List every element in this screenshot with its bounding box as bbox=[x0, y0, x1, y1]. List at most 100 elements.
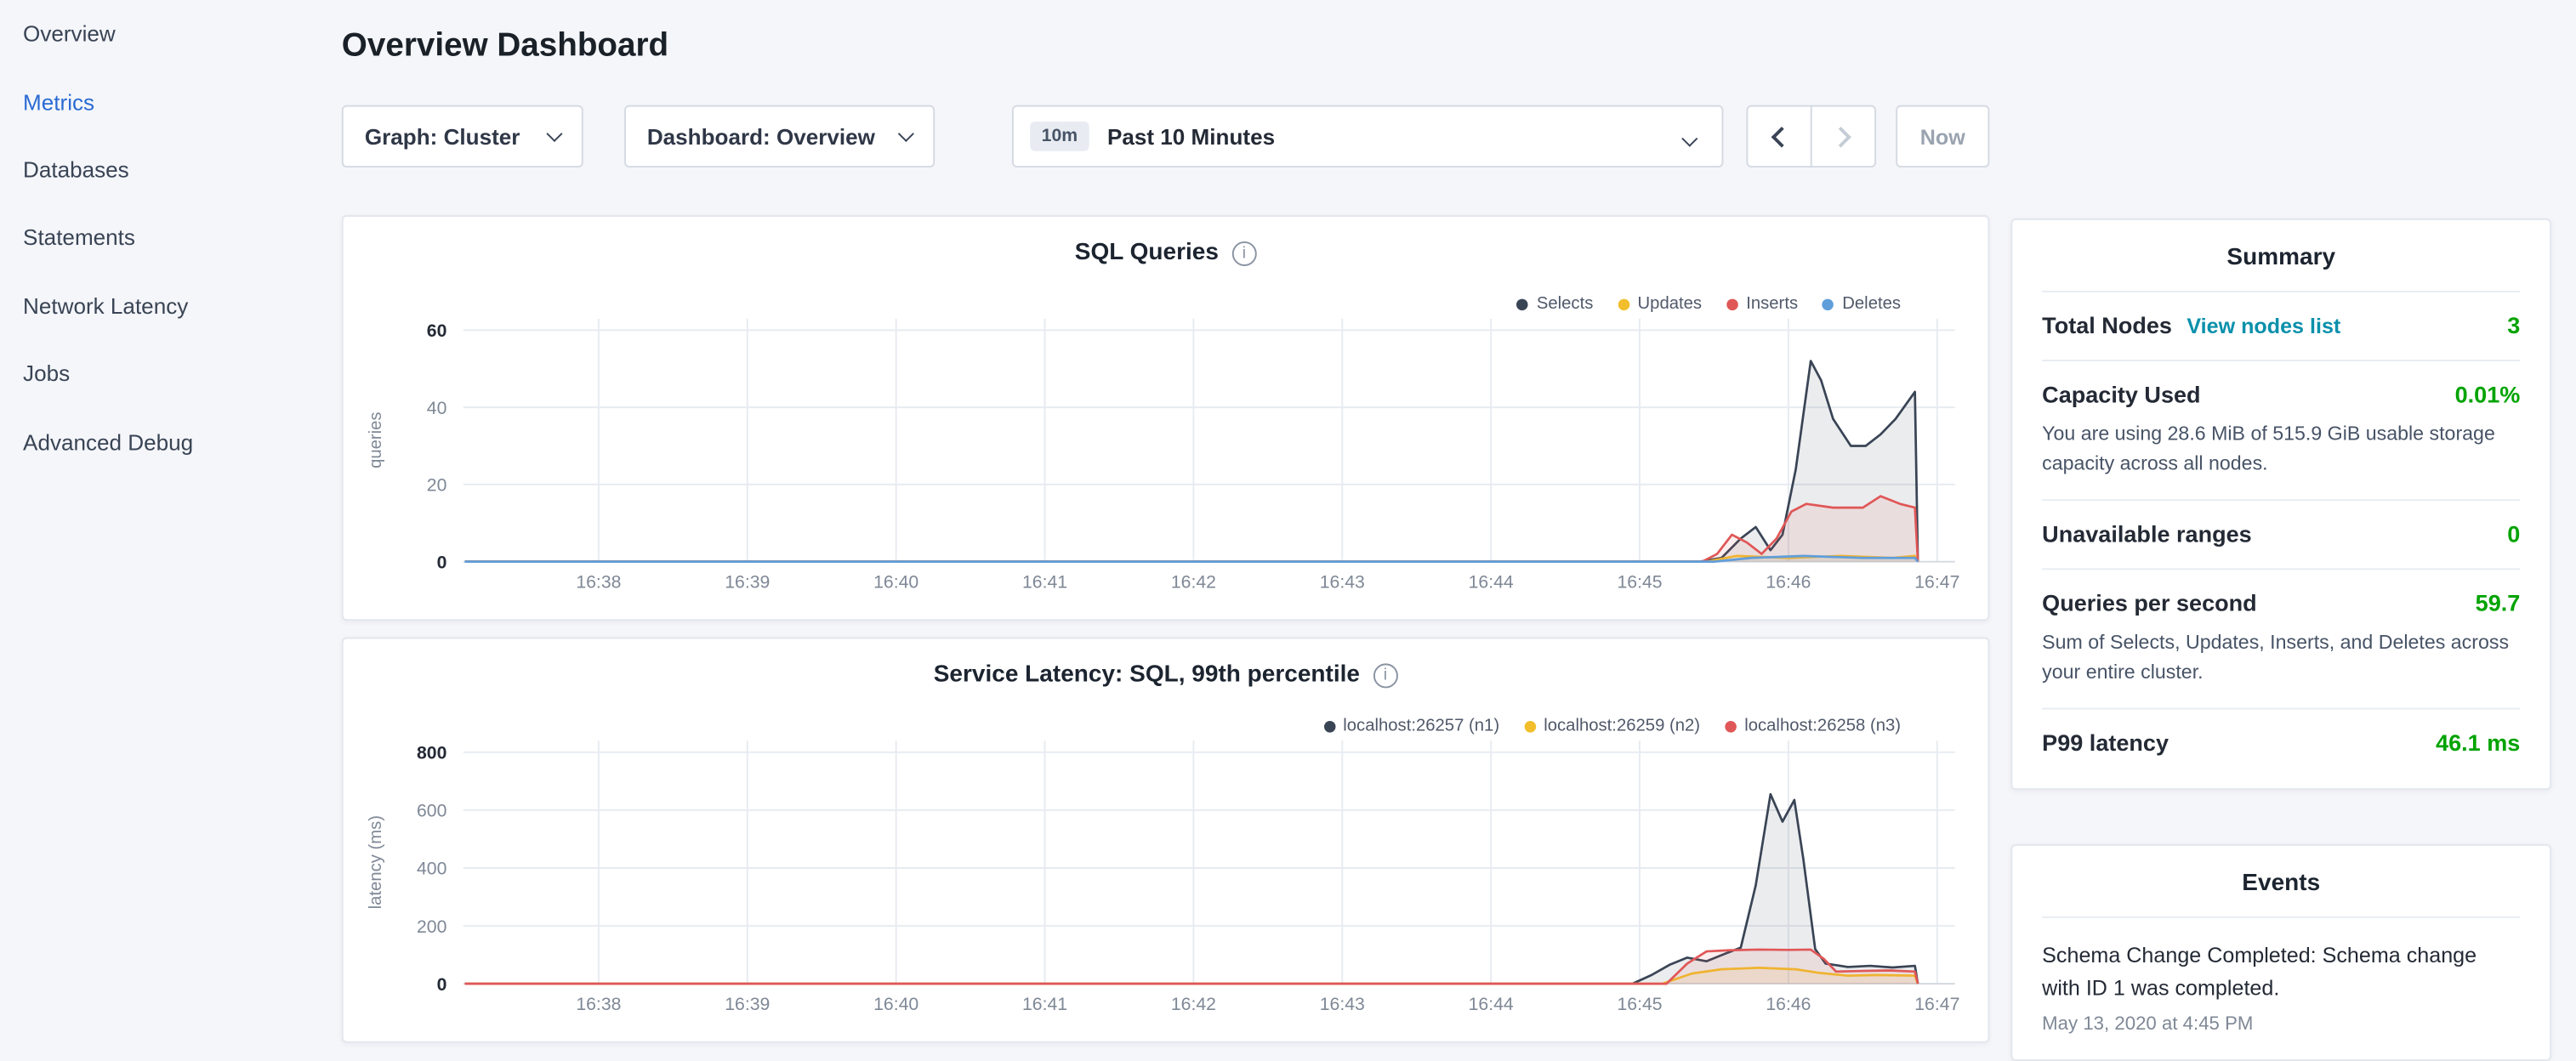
chevron-right-icon bbox=[1830, 126, 1851, 147]
svg-text:200: 200 bbox=[417, 916, 446, 937]
svg-text:16:47: 16:47 bbox=[1914, 572, 1959, 593]
chevron-down-icon bbox=[1681, 131, 1697, 147]
sidebar-item-statements[interactable]: Statements bbox=[0, 204, 328, 272]
time-range-picker[interactable]: 10m Past 10 Minutes bbox=[1012, 105, 1724, 167]
svg-text:16:46: 16:46 bbox=[1766, 994, 1811, 1014]
app: Overview Metrics Databases Statements Ne… bbox=[0, 0, 2576, 1051]
svg-text:16:42: 16:42 bbox=[1171, 572, 1216, 593]
event-timestamp: May 13, 2020 at 4:45 PM bbox=[2042, 1015, 2520, 1035]
summary-label: Unavailable ranges bbox=[2042, 520, 2252, 547]
info-icon[interactable]: i bbox=[1373, 662, 1397, 687]
legend-dot bbox=[1517, 298, 1529, 310]
summary-label: Queries per second bbox=[2042, 590, 2257, 616]
controls-bar: Graph: Cluster Dashboard: Overview 10m P… bbox=[342, 105, 1990, 167]
svg-text:16:43: 16:43 bbox=[1320, 572, 1365, 593]
svg-text:16:39: 16:39 bbox=[725, 572, 770, 593]
sidebar-item-overview[interactable]: Overview bbox=[0, 0, 328, 68]
svg-text:16:46: 16:46 bbox=[1766, 572, 1811, 593]
svg-text:0: 0 bbox=[437, 974, 447, 995]
legend-dot bbox=[1618, 298, 1629, 310]
chevron-down-icon bbox=[898, 125, 914, 141]
svg-text:16:40: 16:40 bbox=[873, 994, 918, 1014]
svg-text:16:42: 16:42 bbox=[1171, 994, 1216, 1014]
svg-text:queries: queries bbox=[367, 411, 385, 468]
summary-row-p99-latency: P99 latency 46.1 ms bbox=[2042, 710, 2520, 777]
legend-dot bbox=[1323, 720, 1335, 732]
summary-value: 59.7 bbox=[2476, 590, 2521, 616]
svg-text:16:41: 16:41 bbox=[1022, 994, 1067, 1014]
svg-text:60: 60 bbox=[427, 321, 447, 341]
summary-label: Capacity Used bbox=[2042, 381, 2200, 407]
event-item: Schema Change Completed: Schema change w… bbox=[2042, 918, 2520, 1035]
chevron-left-icon bbox=[1771, 126, 1793, 147]
summary-panel: Summary Total Nodes View nodes list 3 Ca… bbox=[2010, 218, 2551, 790]
summary-label: Total Nodes bbox=[2042, 312, 2172, 338]
chart-title: Service Latency: SQL, 99th percentile bbox=[934, 661, 1360, 688]
svg-text:40: 40 bbox=[427, 398, 447, 418]
time-forward-button[interactable] bbox=[1811, 105, 1876, 167]
sidebar: Overview Metrics Databases Statements Ne… bbox=[0, 0, 328, 476]
events-title: Events bbox=[2042, 846, 2520, 918]
svg-text:16:41: 16:41 bbox=[1022, 572, 1067, 593]
chevron-down-icon bbox=[546, 125, 562, 141]
svg-text:16:39: 16:39 bbox=[725, 994, 770, 1014]
legend-dot bbox=[1823, 298, 1834, 310]
chart-header: SQL Queries i bbox=[344, 217, 1988, 266]
svg-text:16:40: 16:40 bbox=[873, 572, 918, 593]
sidebar-item-advanced-debug[interactable]: Advanced Debug bbox=[0, 408, 328, 476]
dashboard-dropdown[interactable]: Dashboard: Overview bbox=[624, 105, 935, 167]
summary-row-capacity-used: Capacity Used 0.01% You are using 28.6 M… bbox=[2042, 361, 2520, 501]
now-button[interactable]: Now bbox=[1896, 105, 1989, 167]
chart-header: Service Latency: SQL, 99th percentile i bbox=[344, 638, 1988, 688]
page-title: Overview Dashboard bbox=[342, 25, 1990, 69]
svg-text:16:47: 16:47 bbox=[1914, 994, 1959, 1014]
svg-text:16:45: 16:45 bbox=[1617, 994, 1662, 1014]
sidebar-item-metrics[interactable]: Metrics bbox=[0, 68, 328, 136]
summary-title: Summary bbox=[2042, 220, 2520, 292]
info-icon[interactable]: i bbox=[1231, 241, 1256, 265]
right-sidebar: Summary Total Nodes View nodes list 3 Ca… bbox=[2010, 218, 2551, 1061]
service-latency-chart: 16:38 16:39 16:40 16:41 16:42 16:43 16:44 16:45… bbox=[349, 731, 1975, 1024]
legend-dot bbox=[1726, 298, 1738, 310]
svg-text:16:38: 16:38 bbox=[576, 572, 621, 593]
view-nodes-list-link[interactable]: View nodes list bbox=[2186, 314, 2340, 338]
sidebar-item-network-latency[interactable]: Network Latency bbox=[0, 272, 328, 340]
legend-dot bbox=[1725, 720, 1737, 732]
svg-text:400: 400 bbox=[417, 859, 446, 879]
summary-value: 46.1 ms bbox=[2436, 729, 2520, 756]
svg-text:20: 20 bbox=[427, 475, 447, 496]
legend-dot bbox=[1524, 720, 1536, 732]
time-back-button[interactable] bbox=[1746, 105, 1811, 167]
svg-text:800: 800 bbox=[417, 743, 446, 763]
summary-description: You are using 28.6 MiB of 515.9 GiB usab… bbox=[2042, 419, 2520, 479]
summary-row-queries-per-second: Queries per second 59.7 Sum of Selects, … bbox=[2042, 570, 2520, 709]
summary-description: Sum of Selects, Updates, Inserts, and De… bbox=[2042, 627, 2520, 687]
chart-title: SQL Queries bbox=[1075, 240, 1219, 266]
main-content: Overview Dashboard Graph: Cluster Dashbo… bbox=[342, 0, 1990, 1043]
summary-row-total-nodes: Total Nodes View nodes list 3 bbox=[2042, 292, 2520, 361]
svg-text:16:43: 16:43 bbox=[1320, 994, 1365, 1014]
sql-queries-chart: 16:3816:3916:4016:4116:4216:4316:4416:45… bbox=[349, 309, 1975, 601]
summary-label: P99 latency bbox=[2042, 729, 2169, 756]
service-latency-panel: Service Latency: SQL, 99th percentile i … bbox=[342, 638, 1990, 1043]
svg-text:16:45: 16:45 bbox=[1617, 572, 1662, 593]
dashboard-dropdown-label: Dashboard: Overview bbox=[647, 124, 875, 149]
summary-value: 0.01% bbox=[2455, 381, 2521, 407]
summary-row-unavailable-ranges: Unavailable ranges 0 bbox=[2042, 501, 2520, 570]
time-range-badge: 10m bbox=[1030, 122, 1089, 151]
svg-text:600: 600 bbox=[417, 801, 446, 821]
event-message: Schema Change Completed: Schema change w… bbox=[2042, 918, 2520, 1006]
sidebar-item-jobs[interactable]: Jobs bbox=[0, 340, 328, 408]
sidebar-item-databases[interactable]: Databases bbox=[0, 136, 328, 204]
sql-queries-panel: SQL Queries i Selects Updates Inserts De… bbox=[342, 215, 1990, 621]
svg-text:16:38: 16:38 bbox=[576, 994, 621, 1014]
events-panel: Events Schema Change Completed: Schema c… bbox=[2010, 844, 2551, 1061]
time-nav-group bbox=[1746, 105, 1876, 167]
graph-dropdown[interactable]: Graph: Cluster bbox=[342, 105, 583, 167]
graph-dropdown-label: Graph: Cluster bbox=[365, 124, 520, 149]
svg-text:16:44: 16:44 bbox=[1469, 994, 1514, 1014]
summary-value: 3 bbox=[2507, 312, 2520, 338]
svg-text:0: 0 bbox=[437, 552, 447, 572]
summary-value: 0 bbox=[2507, 520, 2520, 547]
time-range-label: Past 10 Minutes bbox=[1107, 124, 1275, 149]
